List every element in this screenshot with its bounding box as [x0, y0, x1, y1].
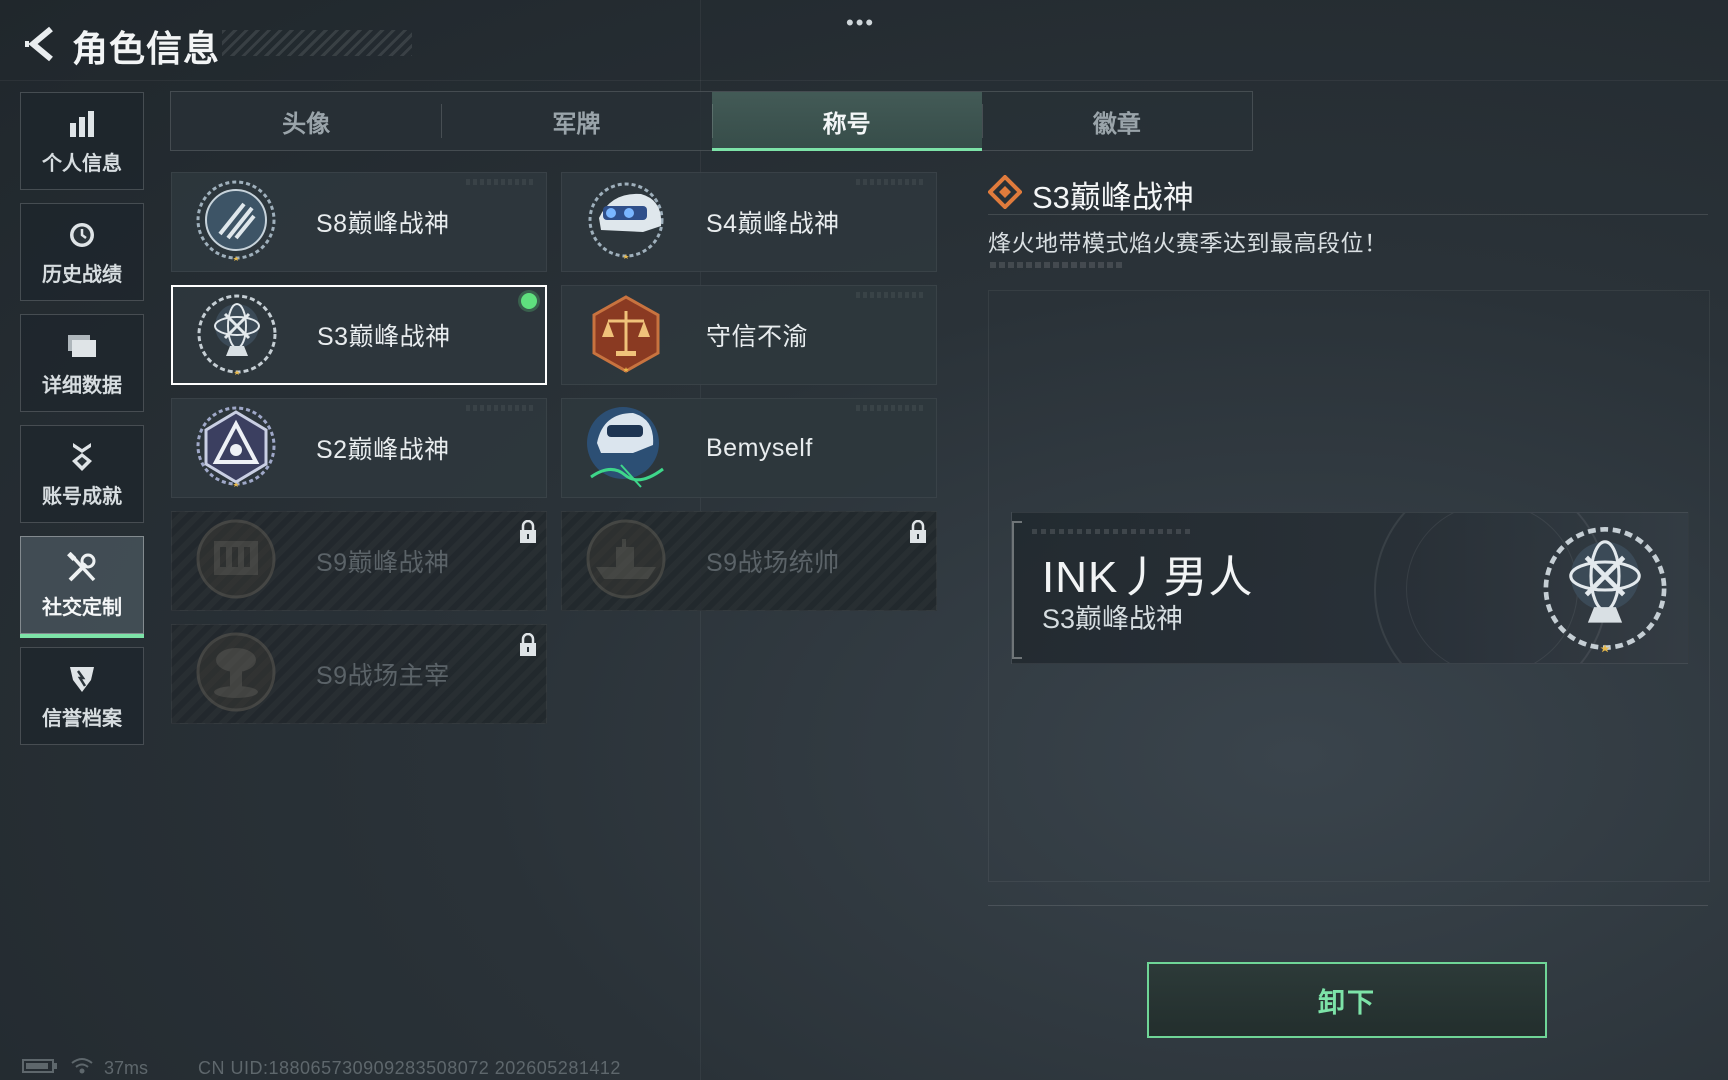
title-preview-card: INK丿男人 S3巅峰战神: [1011, 512, 1689, 664]
battery-icon: [22, 1058, 58, 1079]
s3-emblem-icon: [1530, 515, 1680, 663]
sidebar-item-label: 账号成就: [42, 485, 122, 508]
sidebar-item-label: 个人信息: [42, 152, 122, 175]
title-card-s9-peak[interactable]: S9巅峰战神: [171, 511, 547, 611]
divider: [988, 214, 1708, 215]
sidebar-item-personal-info[interactable]: 个人信息: [20, 92, 144, 190]
detail-description: 烽火地带模式焰火赛季达到最高段位！: [988, 230, 1388, 256]
s9-emblem-icon: [186, 511, 286, 611]
card-decoration: [856, 292, 926, 298]
title-name: S9战场统帅: [706, 549, 840, 577]
sidebar: 个人信息 历史战绩 详细数据 账号成就 社交定制 信誉档案: [20, 92, 144, 758]
tools-icon: [65, 551, 99, 585]
diamond-icon: [987, 174, 1023, 214]
s2-emblem-icon: [186, 398, 286, 498]
sidebar-item-label: 详细数据: [42, 374, 122, 397]
scales-emblem-icon: [576, 285, 676, 385]
detail-header: S3巅峰战神: [987, 172, 1194, 217]
tab-dog-tag[interactable]: 军牌: [441, 92, 711, 150]
clock-icon: [65, 218, 99, 252]
title-name: S3巅峰战神: [317, 323, 451, 351]
lock-icon: [516, 631, 540, 659]
more-dots-icon[interactable]: •••: [846, 10, 875, 36]
player-name: INK丿男人: [1042, 553, 1254, 602]
s4-emblem-icon: [576, 172, 676, 272]
uid-text: CN UID:18806573090928350807​2 2026052814…: [198, 1057, 621, 1078]
ping-text: 37ms: [104, 1057, 149, 1078]
bar-chart-icon: [65, 107, 99, 141]
warship-emblem-icon: [576, 511, 676, 611]
sidebar-item-label: 历史战绩: [42, 263, 122, 286]
shield-icon: [65, 662, 99, 696]
tab-bar: 头像 军牌 称号 徽章: [170, 91, 1253, 151]
bemyself-emblem-icon: [576, 398, 676, 498]
description-decoration: [990, 262, 1125, 268]
lock-icon: [906, 518, 930, 546]
status-footer: 37ms CN UID:18806573090928350807​2 20260…: [22, 1056, 621, 1080]
title-card-faithful[interactable]: 守信不渝: [561, 285, 937, 385]
title-name: S9巅峰战神: [316, 549, 450, 577]
card-decoration: [856, 405, 926, 411]
tab-badge[interactable]: 徽章: [981, 92, 1252, 150]
equipped-indicator: [521, 293, 537, 309]
title-name: S9战场主宰: [316, 662, 450, 690]
card-decoration: [856, 179, 926, 185]
sidebar-item-social-custom[interactable]: 社交定制: [20, 536, 144, 638]
preview-decoration: [1032, 529, 1192, 534]
s8-emblem-icon: [186, 172, 286, 272]
sidebar-item-detail-data[interactable]: 详细数据: [20, 314, 144, 412]
preview-title: S3巅峰战神: [1042, 604, 1184, 634]
bg-line: [0, 80, 1728, 81]
lock-icon: [516, 518, 540, 546]
title-name: 守信不渝: [706, 323, 809, 351]
title-name: S2巅峰战神: [316, 436, 450, 464]
title-card-s8[interactable]: S8巅峰战神: [171, 172, 547, 272]
title-name: S4巅峰战神: [706, 210, 840, 238]
sidebar-item-achievements[interactable]: 账号成就: [20, 425, 144, 523]
preview-bracket: [1012, 521, 1022, 659]
tab-title[interactable]: 称号: [711, 92, 983, 151]
header: 角色信息: [22, 22, 220, 70]
medal-icon: [65, 440, 99, 474]
unequip-button[interactable]: 卸下: [1147, 962, 1547, 1038]
title-card-bemyself[interactable]: Bemyself: [561, 398, 937, 498]
card-decoration: [466, 405, 536, 411]
sidebar-item-reputation[interactable]: 信誉档案: [20, 647, 144, 745]
bg-line: [988, 905, 1708, 906]
folder-icon: [65, 329, 99, 363]
wifi-icon: [70, 1057, 94, 1080]
title-name: S8巅峰战神: [316, 210, 450, 238]
mushroom-cloud-emblem-icon: [186, 624, 286, 724]
title-name: Bemyself: [706, 433, 813, 462]
back-arrow-icon: [25, 25, 59, 68]
card-decoration: [466, 179, 536, 185]
back-button[interactable]: [22, 22, 62, 70]
title-card-s9-dominator[interactable]: S9战场主宰: [171, 624, 547, 724]
s3-emblem-icon: [187, 285, 287, 385]
title-card-s2[interactable]: S2巅峰战神: [171, 398, 547, 498]
tab-avatar[interactable]: 头像: [171, 92, 441, 150]
title-card-s3[interactable]: S3巅峰战神: [171, 285, 547, 385]
title-card-s9-commander[interactable]: S9战场统帅: [561, 511, 937, 611]
title-card-s4[interactable]: S4巅峰战神: [561, 172, 937, 272]
sidebar-item-label: 社交定制: [42, 596, 122, 619]
detail-title: S3巅峰战神: [1032, 180, 1194, 215]
title-decoration: [222, 30, 412, 56]
sidebar-item-label: 信誉档案: [42, 707, 122, 730]
sidebar-item-history[interactable]: 历史战绩: [20, 203, 144, 301]
page-title: 角色信息: [72, 28, 221, 69]
